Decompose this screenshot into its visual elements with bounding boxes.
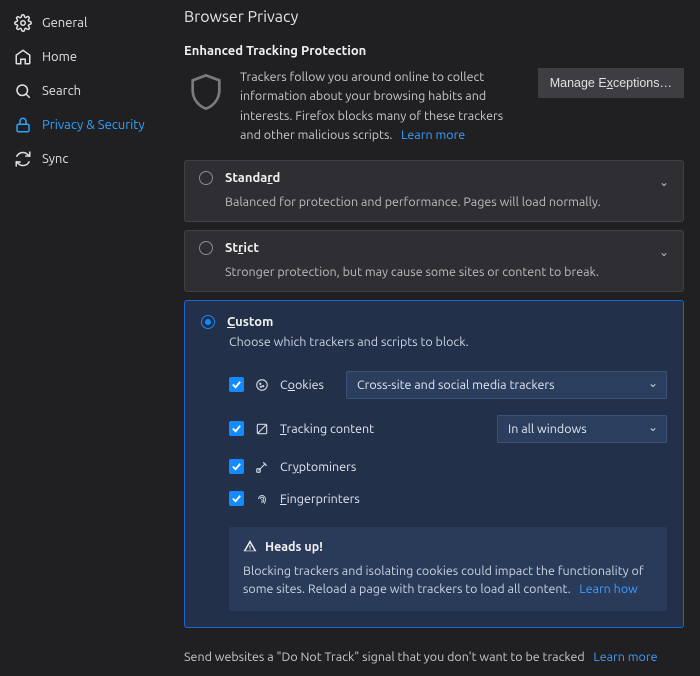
cookies-label: Cookies — [280, 378, 324, 392]
cryptominers-label: Cryptominers — [280, 460, 356, 474]
dnt-learn-more-link[interactable]: Learn more — [593, 650, 657, 664]
cookies-select[interactable]: Cross-site and social media trackers — [346, 371, 667, 399]
heads-up-notice: Heads up! Blocking trackers and isolatin… — [229, 527, 667, 612]
tracking-label: Tracking content — [280, 422, 374, 436]
cryptominer-icon — [254, 459, 270, 475]
heads-up-title: Heads up! — [265, 540, 323, 554]
dnt-description: Send websites a "Do Not Track" signal th… — [184, 650, 684, 664]
etp-section-title: Enhanced Tracking Protection — [184, 44, 684, 58]
option-sub-strict: Stronger protection, but may cause some … — [185, 265, 683, 291]
etp-description: Trackers follow you around online to col… — [240, 68, 522, 146]
settings-sidebar: General Home Search Privacy & Security S… — [0, 0, 178, 676]
sync-icon — [14, 150, 32, 168]
option-sub-custom: Choose which trackers and scripts to blo… — [201, 335, 667, 363]
manage-exceptions-button[interactable]: Manage Exceptions… — [538, 68, 684, 98]
tracking-select[interactable]: In all windows — [497, 415, 667, 443]
option-title-strict: Strict — [225, 241, 259, 255]
etp-option-standard[interactable]: Standard ⌄ Balanced for protection and p… — [184, 160, 684, 222]
custom-row-cryptominers: Cryptominers — [201, 451, 667, 483]
warning-icon — [243, 539, 257, 556]
checkbox-cookies[interactable] — [229, 377, 244, 392]
dnt-option-always[interactable]: Always — [184, 672, 684, 676]
cookie-icon — [254, 377, 270, 393]
option-title-standard: Standard — [225, 171, 280, 185]
custom-row-cookies: Cookies Cross-site and social media trac… — [201, 363, 667, 407]
main-panel: Browser Privacy Enhanced Tracking Protec… — [178, 0, 700, 676]
do-not-track-section: Send websites a "Do Not Track" signal th… — [184, 650, 684, 676]
sidebar-item-home[interactable]: Home — [0, 40, 178, 74]
etp-option-strict[interactable]: Strict ⌄ Stronger protection, but may ca… — [184, 230, 684, 292]
sidebar-item-label: Privacy & Security — [42, 118, 145, 132]
option-sub-standard: Balanced for protection and performance.… — [185, 195, 683, 221]
search-icon — [14, 82, 32, 100]
sidebar-item-label: General — [42, 16, 87, 30]
sidebar-item-privacy-security[interactable]: Privacy & Security — [0, 108, 178, 142]
checkbox-tracking[interactable] — [229, 421, 244, 436]
fingerprinters-label: Fingerprinters — [280, 492, 360, 506]
sidebar-item-label: Home — [42, 50, 77, 64]
sidebar-item-search[interactable]: Search — [0, 74, 178, 108]
lock-icon — [14, 116, 32, 134]
chevron-down-icon: ⌄ — [659, 175, 669, 189]
tracking-icon — [254, 421, 270, 437]
option-title-custom: Custom — [227, 315, 273, 329]
chevron-down-icon: ⌄ — [659, 245, 669, 259]
heads-up-body: Blocking trackers and isolating cookies … — [243, 562, 653, 600]
gear-icon — [14, 14, 32, 32]
fingerprint-icon — [254, 491, 270, 507]
checkbox-cryptominers[interactable] — [229, 459, 244, 474]
page-title: Browser Privacy — [184, 8, 684, 26]
radio-custom[interactable] — [201, 315, 215, 329]
home-icon — [14, 48, 32, 66]
custom-row-tracking: Tracking content In all windows — [201, 407, 667, 451]
shield-icon — [184, 70, 228, 114]
radio-strict[interactable] — [199, 241, 213, 255]
sidebar-item-label: Search — [42, 84, 81, 98]
etp-learn-more-link[interactable]: Learn more — [401, 128, 465, 142]
sidebar-item-sync[interactable]: Sync — [0, 142, 178, 176]
sidebar-item-general[interactable]: General — [0, 6, 178, 40]
custom-row-fingerprinters: Fingerprinters — [201, 483, 667, 515]
etp-option-custom: Custom Choose which trackers and scripts… — [184, 300, 684, 629]
radio-standard[interactable] — [199, 171, 213, 185]
checkbox-fingerprinters[interactable] — [229, 491, 244, 506]
sidebar-item-label: Sync — [42, 152, 68, 166]
learn-how-link[interactable]: Learn how — [579, 582, 638, 596]
